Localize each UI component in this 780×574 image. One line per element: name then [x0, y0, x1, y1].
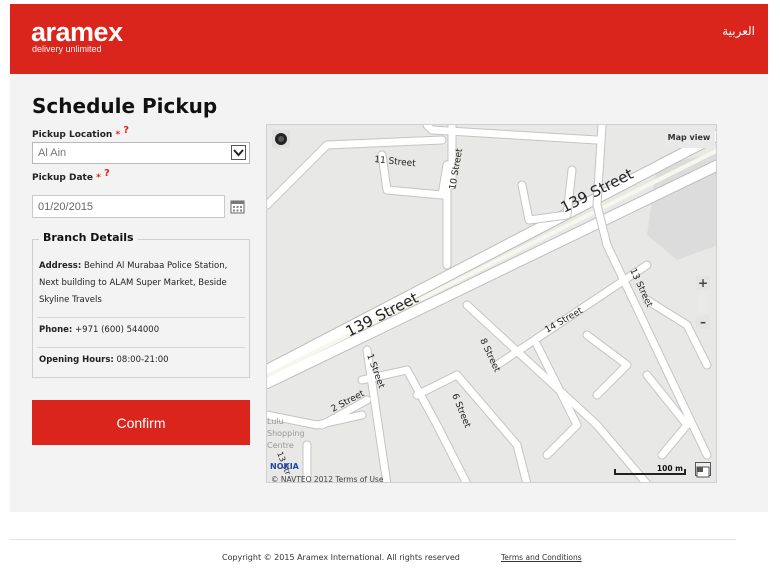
page-title: Schedule Pickup	[32, 94, 218, 118]
map-attribution[interactable]: © NAVTEQ 2012 Terms of Use	[271, 475, 383, 482]
aramex-logo[interactable]: aramex	[31, 18, 123, 46]
branch-details-title: Branch Details	[39, 231, 138, 244]
pickup-panel: Schedule Pickup Pickup Location * ? Al A…	[10, 74, 768, 512]
confirm-button[interactable]: Confirm	[32, 400, 250, 445]
nokia-logo: NOKIA	[270, 462, 299, 471]
pickup-date-input[interactable]: 01/20/2015	[32, 195, 225, 218]
site-header: aramex delivery unlimited العربية	[10, 4, 768, 74]
map-roads: 139 Street 139 Street 11 Street 10 Stree…	[267, 125, 716, 482]
terms-link[interactable]: Terms and Conditions	[501, 553, 582, 562]
locate-icon	[275, 133, 287, 145]
hours-label: Opening Hours:	[39, 355, 114, 365]
hours-value: 08:00-21:00	[116, 355, 169, 365]
arabic-language-link[interactable]: العربية	[722, 24, 755, 38]
help-icon[interactable]: ?	[123, 125, 129, 136]
map-view-button[interactable]: Map view	[663, 128, 715, 148]
minimap-toggle-icon[interactable]	[695, 462, 711, 478]
logo-tagline: delivery unlimited	[32, 44, 102, 54]
zoom-out-button[interactable]: –	[696, 315, 710, 329]
pickup-location-label: Pickup Location * ?	[32, 125, 129, 140]
branch-phone: Phone: +971 (600) 544000	[39, 322, 244, 339]
scale-bar	[614, 469, 686, 475]
branch-hours: Opening Hours: 08:00-21:00	[39, 352, 244, 369]
address-label: Address:	[39, 261, 82, 271]
poi-label: Lulu Shopping Centre	[267, 417, 305, 450]
pickup-date-label-text: Pickup Date	[32, 173, 93, 183]
zoom-in-button[interactable]: +	[696, 276, 710, 290]
pickup-location-label-text: Pickup Location	[32, 130, 113, 140]
branch-details-box: Branch Details Address: Behind Al Muraba…	[32, 231, 250, 378]
divider	[37, 347, 245, 348]
footer-copyright: Copyright © 2015 Aramex International. A…	[222, 553, 460, 562]
divider	[37, 317, 245, 318]
chevron-down-icon[interactable]	[231, 145, 246, 160]
branch-address: Address: Behind Al Murabaa Police Statio…	[39, 258, 244, 309]
zoom-slider[interactable]	[698, 293, 708, 313]
pickup-location-select[interactable]: Al Ain	[32, 142, 250, 164]
phone-value: +971 (600) 544000	[75, 325, 160, 335]
locate-button[interactable]	[272, 130, 290, 148]
required-marker: *	[96, 173, 101, 183]
required-marker: *	[115, 130, 121, 140]
footer-divider	[10, 539, 736, 540]
help-icon[interactable]: ?	[104, 168, 110, 179]
phone-label: Phone:	[39, 325, 73, 335]
calendar-icon[interactable]	[230, 199, 245, 214]
map-widget[interactable]: 139 Street 139 Street 11 Street 10 Stree…	[266, 124, 717, 483]
pickup-location-value: Al Ain	[38, 147, 67, 159]
pickup-date-label: Pickup Date * ?	[32, 168, 110, 183]
